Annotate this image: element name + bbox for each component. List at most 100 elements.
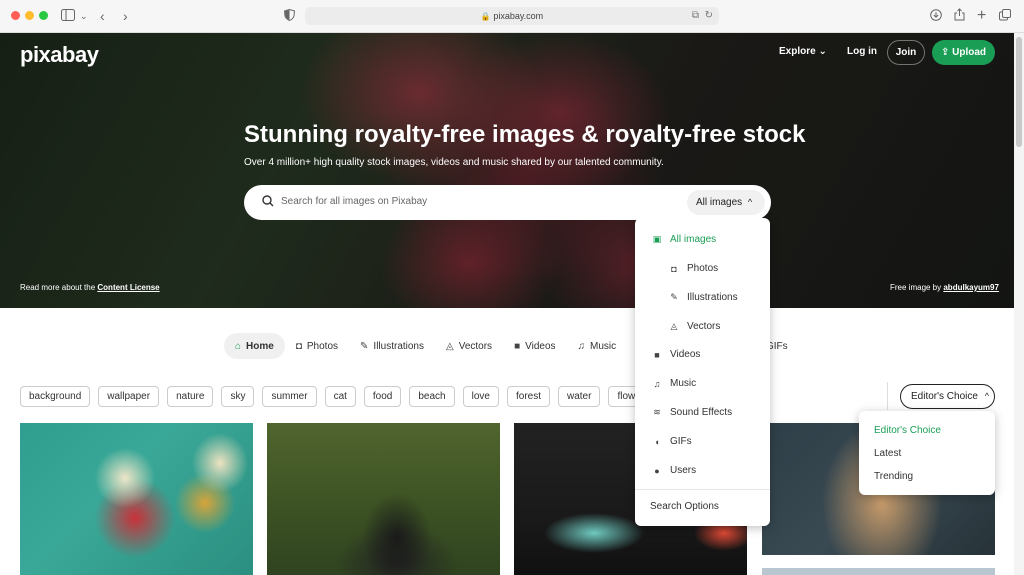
explore-menu-button[interactable]: Explore ⌄ [779, 46, 827, 57]
pen-nib-icon: ◬ [670, 321, 678, 331]
music-icon: ♫ [577, 340, 586, 352]
tab-label: Illustrations [373, 340, 424, 352]
new-tab-icon[interactable]: + [977, 7, 986, 25]
menu-item-label: Music [670, 378, 697, 389]
tag-chip[interactable]: forest [506, 386, 550, 407]
tag-chip[interactable]: food [363, 386, 402, 407]
hero-subtitle: Over 4 million+ high quality stock image… [244, 157, 664, 168]
download-icon[interactable] [930, 7, 942, 25]
menu-item-label: Photos [687, 263, 719, 274]
user-icon: ● [654, 465, 660, 476]
tag-chip[interactable]: summer [262, 386, 317, 407]
waveform-icon: ≋ [653, 407, 661, 417]
sort-dropdown[interactable]: Editor's Choice ^ [900, 384, 995, 409]
search-bar[interactable]: Search for all images on Pixabay All ima… [244, 185, 771, 220]
upload-button[interactable]: ⇪ Upload [932, 40, 995, 65]
search-type-dropdown[interactable]: All images ^ [687, 190, 765, 215]
sort-option-latest[interactable]: Latest [874, 448, 901, 459]
back-arrow-icon[interactable]: ‹ [100, 7, 105, 25]
hero-banner: pixabay Explore ⌄ Log in Join ⇪ Upload S… [0, 33, 1014, 308]
sort-option-editors-choice[interactable]: Editor's Choice [874, 425, 941, 436]
menu-item-music[interactable]: ♫ Music [652, 378, 697, 389]
sidebar-toggle-icon[interactable] [61, 7, 75, 25]
pixabay-logo[interactable]: pixabay [20, 42, 99, 68]
video-icon: ■ [654, 349, 660, 360]
tab-label: Videos [525, 340, 556, 352]
camera-icon: ◘ [295, 340, 302, 352]
tag-chip[interactable]: cat [324, 386, 356, 407]
reload-icon[interactable]: ↻ [705, 7, 713, 25]
tab-home[interactable]: ⌂ Home [224, 333, 285, 359]
image-thumbnail[interactable] [20, 423, 253, 575]
upload-icon: ⇪ [940, 47, 950, 58]
sort-option-trending[interactable]: Trending [874, 471, 913, 482]
tag-chip[interactable]: wallpaper [98, 386, 160, 407]
credit-prefix: Free image by [890, 283, 944, 292]
menu-item-vectors[interactable]: ◬ Vectors [669, 321, 721, 332]
login-link[interactable]: Log in [847, 46, 877, 57]
tab-photos[interactable]: ◘ Photos [285, 333, 349, 359]
tag-chip[interactable]: love [462, 386, 499, 407]
share-icon[interactable] [954, 7, 965, 25]
menu-item-photos[interactable]: ◘ Photos [669, 263, 718, 274]
tab-vectors[interactable]: ◬ Vectors [435, 333, 503, 359]
tab-label: Music [590, 340, 617, 352]
tab-illustrations[interactable]: ✎ Illustrations [349, 333, 435, 359]
camera-icon: ◘ [671, 263, 677, 274]
category-tabs: ⌂ Home ◘ Photos ✎ Illustrations ◬ Vectors ■ V… [224, 333, 627, 359]
menu-item-illustrations[interactable]: ✎ Illustrations [669, 292, 738, 303]
explore-label: Explore [779, 46, 816, 57]
menu-item-label: Vectors [687, 321, 721, 332]
search-type-label: All images [696, 197, 743, 208]
tab-videos[interactable]: ■ Videos [503, 333, 566, 359]
menu-item-label: Illustrations [687, 292, 738, 303]
minimize-window-button[interactable] [25, 11, 34, 20]
image-credit: Free image by abdulkayum97 [890, 283, 999, 292]
chevron-down-icon[interactable]: ⌄ [80, 7, 88, 25]
tag-chip[interactable]: sky [221, 386, 255, 407]
forward-arrow-icon[interactable]: › [123, 7, 128, 25]
tab-label: Home [246, 340, 274, 352]
tag-chip[interactable]: nature [167, 386, 214, 407]
menu-item-label: GIFs [670, 436, 692, 447]
hero-title: Stunning royalty-free images & royalty-f… [244, 121, 806, 148]
menu-item-users[interactable]: ● Users [652, 465, 696, 476]
tab-overview-icon[interactable] [999, 7, 1011, 25]
tab-label: Vectors [458, 340, 493, 352]
lock-icon: 🔒 [480, 12, 491, 21]
menu-item-videos[interactable]: ■ Videos [652, 349, 700, 360]
music-icon: ♫ [653, 378, 661, 389]
tab-label: Photos [306, 340, 339, 352]
tag-chip[interactable]: beach [409, 386, 455, 407]
url-text: pixabay.com [493, 11, 544, 21]
credit-user-link[interactable]: abdulkayum97 [943, 283, 999, 292]
image-thumbnail[interactable] [267, 423, 500, 575]
tag-chip[interactable]: water [558, 386, 601, 407]
scrollbar-thumb[interactable] [1016, 37, 1022, 147]
search-type-menu: ▣ All images ◘ Photos ✎ Illustrations ◬ Vect… [635, 218, 770, 526]
privacy-shield-icon[interactable] [283, 7, 296, 25]
sort-menu: Editor's Choice Latest Trending [859, 411, 995, 495]
menu-item-all-images[interactable]: ▣ All images [652, 234, 716, 245]
close-window-button[interactable] [11, 11, 20, 20]
search-options-link[interactable]: Search Options [650, 501, 719, 512]
tag-list: background wallpaper nature sky summer c… [20, 386, 693, 407]
tag-chip[interactable]: background [20, 386, 91, 407]
search-icon [262, 195, 274, 207]
translate-icon[interactable]: ⧉ [692, 7, 699, 25]
menu-item-sound-effects[interactable]: ≋ Sound Effects [652, 407, 732, 418]
gif-icon: ◖ [654, 436, 660, 447]
search-input[interactable]: Search for all images on Pixabay [281, 196, 427, 207]
video-icon: ■ [514, 340, 521, 352]
brush-icon: ✎ [360, 340, 369, 352]
content-license-link[interactable]: Content License [97, 283, 159, 292]
browser-toolbar: ⌄ ‹ › 🔒 pixabay.com ⧉ ↻ + [0, 0, 1024, 33]
image-thumbnail[interactable] [762, 568, 995, 575]
maximize-window-button[interactable] [39, 11, 48, 20]
address-bar[interactable]: 🔒 pixabay.com ⧉ ↻ [305, 7, 719, 25]
tab-music[interactable]: ♫ Music [567, 333, 628, 359]
page-scrollbar[interactable] [1014, 33, 1024, 575]
menu-item-label: Videos [670, 349, 701, 360]
join-button[interactable]: Join [887, 40, 925, 65]
menu-item-gifs[interactable]: ◖ GIFs [652, 436, 692, 447]
